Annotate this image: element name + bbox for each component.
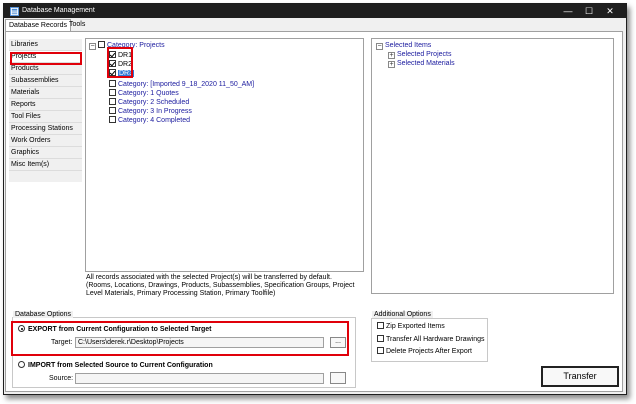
sidebar-item-libraries[interactable]: Libraries bbox=[9, 39, 82, 51]
tab-bar bbox=[4, 18, 626, 32]
checkbox-category[interactable] bbox=[109, 116, 116, 123]
dr-items-highlight bbox=[107, 47, 133, 78]
export-option[interactable]: EXPORT from Current Configuration to Sel… bbox=[18, 325, 211, 333]
hardware-checkbox[interactable] bbox=[377, 335, 384, 342]
target-label: Target: bbox=[51, 339, 73, 346]
window-title: Database Management bbox=[22, 7, 95, 14]
sidebar-item-reports[interactable]: Reports bbox=[9, 99, 82, 111]
tree-category-row[interactable]: Category: 4 Completed bbox=[109, 116, 190, 126]
note-line: (Rooms, Locations, Drawings, Products, S… bbox=[86, 282, 355, 289]
note-line: Level Materials, Primary Processing Stat… bbox=[86, 290, 276, 297]
additional-options-legend: Additional Options bbox=[372, 311, 433, 318]
sidebar-item-tool-files[interactable]: Tool Files bbox=[9, 111, 82, 123]
expand-icon[interactable]: + bbox=[388, 52, 395, 59]
title-bar: Database Management — ☐ ✕ bbox=[4, 4, 626, 19]
database-options-legend: Database Options bbox=[13, 311, 74, 318]
source-browse-button[interactable] bbox=[330, 372, 346, 384]
target-input[interactable]: C:\Users\derek.r\Desktop\Projects bbox=[75, 337, 324, 348]
maximize-button[interactable]: ☐ bbox=[581, 5, 597, 18]
zip-option[interactable]: Zip Exported Items bbox=[377, 322, 445, 330]
export-label: EXPORT from Current Configuration to Sel… bbox=[28, 326, 212, 333]
expand-icon[interactable]: + bbox=[388, 61, 395, 68]
target-browse-button[interactable]: ... bbox=[330, 337, 346, 348]
delete-label: Delete Projects After Export bbox=[386, 348, 472, 355]
tab-database-records[interactable]: Database Records bbox=[5, 19, 71, 31]
checkbox-category[interactable] bbox=[109, 98, 116, 105]
import-label: IMPORT from Selected Source to Current C… bbox=[28, 362, 213, 369]
hardware-label: Transfer All Hardware Drawings bbox=[386, 336, 485, 343]
projects-highlight bbox=[10, 52, 82, 65]
tab-tools[interactable]: Tools bbox=[66, 19, 88, 31]
import-radio[interactable] bbox=[18, 361, 25, 368]
selected-projects-label: Selected Projects bbox=[397, 51, 452, 58]
export-radio[interactable] bbox=[18, 325, 25, 332]
tree-category-label: Category: 2 Scheduled bbox=[118, 99, 190, 106]
import-option[interactable]: IMPORT from Selected Source to Current C… bbox=[18, 361, 213, 369]
checkbox-category[interactable] bbox=[109, 80, 116, 87]
collapse-icon[interactable]: − bbox=[376, 43, 383, 50]
selected-materials-label: Selected Materials bbox=[397, 60, 455, 67]
sidebar-item-processing-stations[interactable]: Processing Stations bbox=[9, 123, 82, 135]
transfer-note: All records associated with the selected… bbox=[86, 274, 364, 298]
checkbox-root[interactable] bbox=[98, 41, 105, 48]
sidebar-item-subassemblies[interactable]: Subassemblies bbox=[9, 75, 82, 87]
tree-category-label: Category: 4 Completed bbox=[118, 117, 190, 124]
sidebar-item-graphics[interactable]: Graphics bbox=[9, 147, 82, 159]
collapse-icon[interactable]: − bbox=[89, 43, 96, 50]
checkbox-category[interactable] bbox=[109, 89, 116, 96]
tree-category-label: Category: 3 In Progress bbox=[118, 108, 192, 115]
sidebar-item-work-orders[interactable]: Work Orders bbox=[9, 135, 82, 147]
source-label: Source: bbox=[49, 375, 74, 382]
hardware-option[interactable]: Transfer All Hardware Drawings bbox=[377, 335, 485, 343]
minimize-button[interactable]: — bbox=[560, 5, 576, 18]
app-icon bbox=[10, 7, 19, 16]
selected-materials-row[interactable]: + Selected Materials bbox=[388, 59, 455, 69]
note-line: All records associated with the selected… bbox=[86, 274, 332, 281]
tree-category-label: Category: 1 Quotes bbox=[118, 90, 179, 97]
checkbox-category[interactable] bbox=[109, 107, 116, 114]
transfer-button[interactable]: Transfer bbox=[541, 366, 619, 387]
source-input[interactable] bbox=[75, 373, 324, 384]
delete-checkbox[interactable] bbox=[377, 347, 384, 354]
sidebar-item-misc-items[interactable]: Misc Item(s) bbox=[9, 159, 82, 171]
zip-checkbox[interactable] bbox=[377, 322, 384, 329]
selected-items-tree[interactable]: − Selected Items + Selected Projects + Sele… bbox=[371, 38, 614, 294]
close-button[interactable]: ✕ bbox=[602, 5, 618, 18]
sidebar-item-materials[interactable]: Materials bbox=[9, 87, 82, 99]
selected-root-label: Selected Items bbox=[385, 42, 432, 49]
tree-category-label: Category: [Imported 9_18_2020 11_50_AM] bbox=[118, 81, 255, 88]
zip-label: Zip Exported Items bbox=[386, 323, 445, 330]
delete-option[interactable]: Delete Projects After Export bbox=[377, 347, 472, 355]
